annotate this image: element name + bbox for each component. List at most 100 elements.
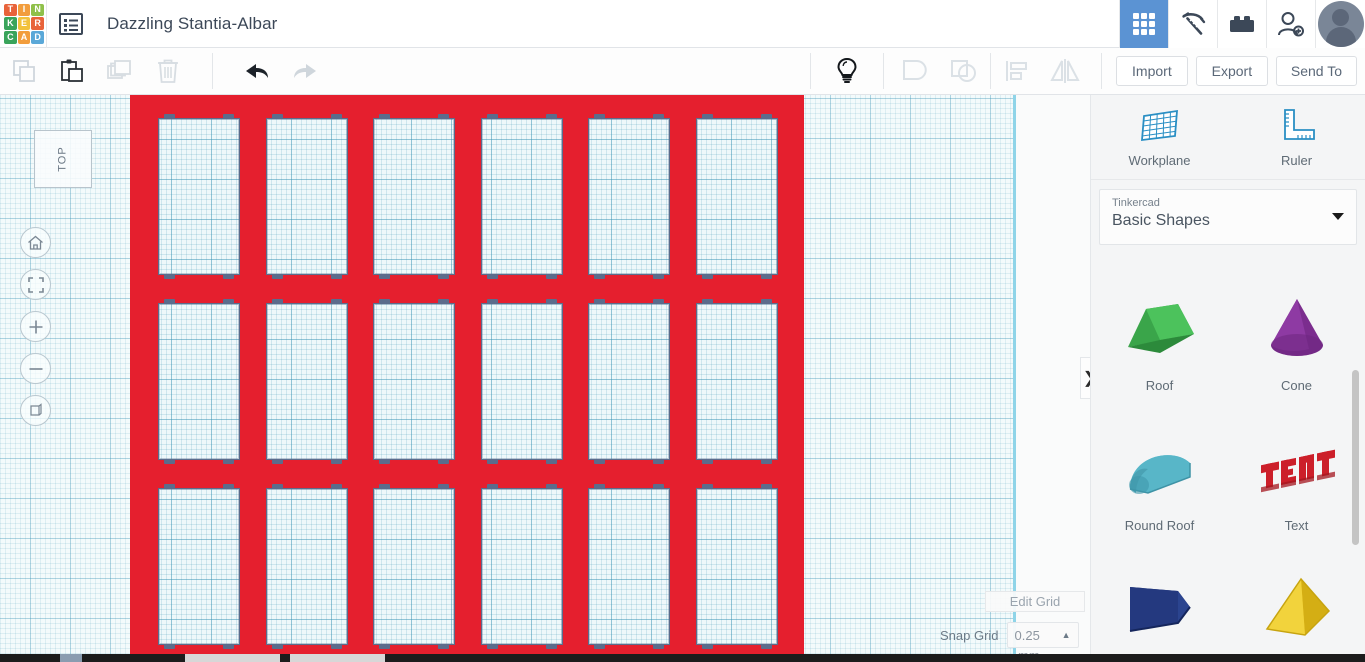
pyramid-icon <box>1253 562 1341 654</box>
fit-to-view-button[interactable] <box>20 269 51 300</box>
plate-hole[interactable] <box>373 488 455 645</box>
grid-view-icon[interactable] <box>1119 0 1168 48</box>
lightbulb-notes-icon[interactable] <box>823 48 871 95</box>
hole-tab <box>546 484 557 489</box>
tinkercad-logo[interactable]: TIN KER CAD <box>2 2 46 46</box>
logo-tile-a: A <box>17 30 31 44</box>
hole-tab <box>438 459 449 464</box>
plate-hole[interactable] <box>266 488 348 645</box>
hole-tab <box>594 644 605 649</box>
view-cube[interactable]: TOP <box>34 130 92 188</box>
hole-tab <box>272 484 283 489</box>
hole-tab <box>761 274 772 279</box>
plate-hole[interactable] <box>158 488 240 645</box>
tinkercad-app: TINKERCAD Dazzling Stantia-Albar Import … <box>0 0 1365 662</box>
plate-hole[interactable] <box>588 118 670 275</box>
workplane-tool[interactable]: Workplane <box>1091 95 1228 179</box>
plate-hole[interactable] <box>588 488 670 645</box>
hole-tab <box>761 299 772 304</box>
red-plate-object[interactable] <box>130 95 804 655</box>
plate-hole[interactable] <box>696 303 778 460</box>
plate-hole[interactable] <box>588 303 670 460</box>
hole-tab <box>653 274 664 279</box>
duplicate-icon[interactable] <box>96 48 144 95</box>
cone-icon <box>1253 282 1341 374</box>
hole-tab <box>331 114 342 119</box>
ruler-icon <box>1283 109 1315 140</box>
redo-icon[interactable] <box>281 48 329 95</box>
send-to-button[interactable]: Send To <box>1275 56 1357 86</box>
shape-wedge[interactable]: Wedge <box>1091 545 1228 662</box>
design-list-icon[interactable] <box>47 0 95 48</box>
plate-hole[interactable] <box>158 303 240 460</box>
hole-tab <box>487 114 498 119</box>
avatar <box>1317 0 1364 47</box>
shape-cone[interactable]: Cone <box>1228 265 1365 405</box>
zoom-out-button[interactable] <box>20 353 51 384</box>
snap-grid-select[interactable]: 0.25 ▲ <box>1006 622 1079 648</box>
hole-tab <box>702 484 713 489</box>
edit-grid-button[interactable]: Edit Grid <box>985 591 1085 612</box>
zoom-in-button[interactable] <box>20 311 51 342</box>
hole-tab <box>379 114 390 119</box>
plate-hole[interactable] <box>696 118 778 275</box>
add-user-icon[interactable] <box>1266 0 1315 48</box>
hole-tab <box>487 299 498 304</box>
view-cube-label: TOP <box>56 146 69 172</box>
export-button[interactable]: Export <box>1195 56 1268 86</box>
copy-icon[interactable] <box>0 48 48 95</box>
ungroup-icon[interactable] <box>940 48 988 95</box>
undo-icon[interactable] <box>233 48 281 95</box>
shape-roof[interactable]: Roof <box>1091 265 1228 405</box>
shape-round-roof[interactable]: Round Roof <box>1091 405 1228 545</box>
home-view-button[interactable] <box>20 227 51 258</box>
hole-tab <box>653 299 664 304</box>
hole-tab <box>487 644 498 649</box>
hole-tab <box>761 484 772 489</box>
plate-hole[interactable] <box>266 303 348 460</box>
hole-tab <box>761 644 772 649</box>
workplane-icon <box>1140 109 1178 142</box>
mirror-icon[interactable] <box>1041 48 1089 95</box>
logo-tile-t: T <box>4 3 17 17</box>
pickaxe-icon[interactable] <box>1168 0 1217 48</box>
edit-toolbar: Import Export Send To <box>0 48 1365 95</box>
panel-scrollbar[interactable] <box>1352 370 1359 545</box>
shape-pyramid[interactable]: Pyramid <box>1228 545 1365 662</box>
hole-tab <box>653 459 664 464</box>
hole-tab <box>594 299 605 304</box>
plate-hole[interactable] <box>266 118 348 275</box>
top-header-bar: TIN KER CAD Dazzling Stantia-Albar <box>0 0 1365 48</box>
hole-tab <box>331 299 342 304</box>
perspective-toggle-button[interactable] <box>20 395 51 426</box>
import-button[interactable]: Import <box>1115 56 1188 86</box>
plate-hole[interactable] <box>158 118 240 275</box>
delete-icon[interactable] <box>144 48 192 95</box>
shape-text[interactable]: Text <box>1228 405 1365 545</box>
brick-icon[interactable] <box>1217 0 1266 48</box>
hole-tab <box>379 274 390 279</box>
hole-tab <box>702 299 713 304</box>
align-icon[interactable] <box>993 48 1041 95</box>
hole-tab <box>487 484 498 489</box>
shape-library-select[interactable]: Tinkercad Basic Shapes <box>1099 189 1357 245</box>
plate-hole[interactable] <box>696 488 778 645</box>
hole-tab <box>272 114 283 119</box>
group-icon[interactable] <box>892 48 940 95</box>
ruler-tool[interactable]: Ruler <box>1228 95 1365 179</box>
chevron-down-icon <box>1332 213 1344 220</box>
hole-tab <box>223 114 234 119</box>
hole-tab <box>223 299 234 304</box>
plate-hole[interactable] <box>481 118 563 275</box>
hole-tab <box>379 484 390 489</box>
user-avatar[interactable] <box>1315 0 1365 48</box>
plate-hole[interactable] <box>373 118 455 275</box>
plate-hole[interactable] <box>373 303 455 460</box>
hole-tab <box>594 114 605 119</box>
hole-tab <box>223 274 234 279</box>
hole-tab <box>164 484 175 489</box>
shape-grid[interactable]: Roof Cone Round Roof Text <box>1091 265 1365 662</box>
plate-hole[interactable] <box>481 303 563 460</box>
paste-icon[interactable] <box>48 48 96 95</box>
plate-hole[interactable] <box>481 488 563 645</box>
